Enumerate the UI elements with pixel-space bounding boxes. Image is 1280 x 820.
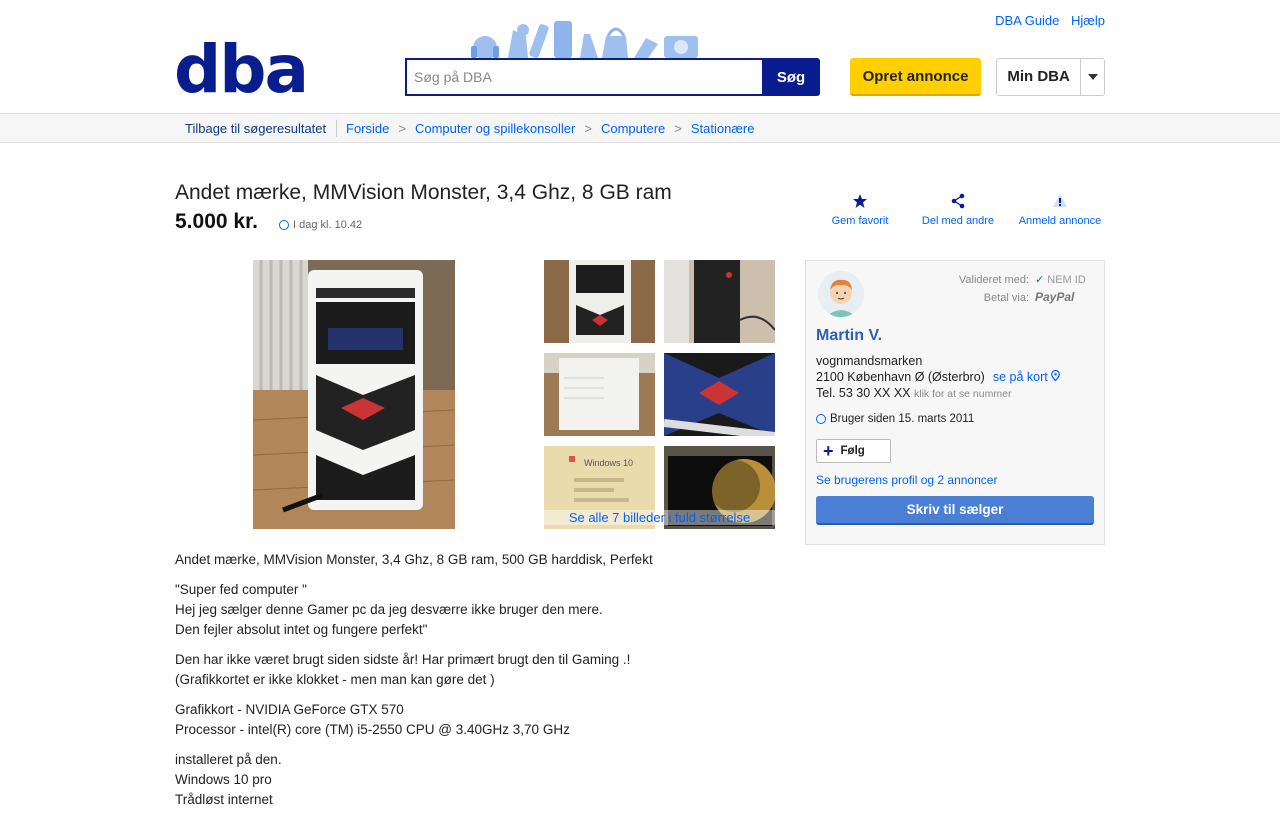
seller-box: Valideret med: ✓ NEM ID Betal via: PayPal … (805, 260, 1105, 545)
phone-row[interactable]: Tel. 53 30 XX XX klik for at se nummer (816, 385, 1060, 402)
see-all-images-link[interactable]: Se alle 7 billeder i fuld størrelse (544, 510, 775, 525)
clock-icon (816, 414, 826, 424)
paypal-logo: PayPal (1035, 290, 1075, 304)
description-line: Windows 10 pro (175, 772, 272, 787)
description-line: "Super fed computer " (175, 582, 307, 597)
thumbnail-image[interactable] (664, 353, 775, 436)
description-paragraph: Den har ikke været brugt siden sidste år… (175, 650, 775, 690)
star-icon (853, 194, 867, 208)
posted-time: I dag kl. 10.42 (279, 219, 362, 231)
dba-guide-link[interactable]: DBA Guide (995, 13, 1059, 28)
chevron-down-icon[interactable] (1080, 59, 1104, 95)
phone-hint[interactable]: klik for at se nummer (914, 388, 1011, 400)
description-paragraph: Grafikkort - NVIDIA GeForce GTX 570 Proc… (175, 700, 775, 740)
breadcrumb-item[interactable]: Stationære (691, 121, 755, 136)
thumbnail-image[interactable] (544, 353, 655, 436)
my-dba-button[interactable]: Min DBA (996, 58, 1105, 96)
contact-seller-button[interactable]: Skriv til sælger (816, 496, 1094, 525)
seller-address: vognmandsmarken 2100 København Ø (Østerb… (816, 353, 1061, 402)
street: vognmandsmarken (816, 354, 923, 368)
report-listing-button[interactable]: Anmeld annonce (1015, 193, 1105, 227)
main-product-image[interactable] (253, 260, 455, 529)
description-line: Andet mærke, MMVision Monster, 3,4 Ghz, … (175, 552, 653, 567)
posted-time-text: I dag kl. 10.42 (293, 219, 363, 231)
warning-icon (1053, 194, 1067, 207)
search-bar: Søg (405, 58, 820, 96)
show-map-link[interactable]: se på kort (992, 369, 1061, 384)
dba-logo[interactable]: dba (174, 37, 309, 103)
thumbnail-image[interactable] (664, 260, 775, 343)
category-illustration (471, 21, 698, 60)
thumbnail-caption: Windows 10 (584, 458, 633, 468)
breadcrumb-separator: > (584, 121, 592, 136)
thumbnail-photo (544, 353, 655, 436)
share-icon (951, 193, 965, 209)
clock-icon (279, 220, 289, 230)
breadcrumb-separator: > (398, 121, 406, 136)
checkmark-icon: ✓ (1035, 274, 1045, 286)
my-dba-label[interactable]: Min DBA (997, 59, 1080, 95)
description-line: (Grafikkortet er ikke klokket - men man … (175, 672, 495, 687)
description-line: installeret på den. (175, 752, 282, 767)
thumbnail-image[interactable] (544, 260, 655, 343)
description-line: Den fejler absolut intet og fungere perf… (175, 622, 428, 637)
thumbnail-photo (664, 353, 775, 436)
listing-description: Andet mærke, MMVision Monster, 3,4 Ghz, … (175, 550, 775, 820)
avatar (818, 271, 864, 317)
share-label: Del med andre (921, 215, 995, 227)
report-label: Anmeld annonce (1018, 215, 1102, 227)
description-line: Grafikkort - NVIDIA GeForce GTX 570 (175, 702, 404, 717)
thumbnail-photo (544, 260, 655, 343)
breadcrumb-separator: > (674, 121, 682, 136)
pay-label: Betal via: (983, 292, 1029, 304)
nemid-text: NEM ID (1047, 274, 1086, 286)
phone-number[interactable]: Tel. 53 30 XX XX (816, 386, 911, 400)
divider (336, 120, 337, 137)
breadcrumb: Forside > Computer og spillekonsoller > Comp… (346, 121, 754, 136)
pc-tower-photo (253, 260, 455, 529)
follow-label: Følg (840, 445, 865, 457)
top-links: DBA Guide Hjælp (987, 13, 1105, 28)
follow-button[interactable]: + Følg (816, 439, 891, 463)
search-button[interactable]: Søg (762, 58, 820, 96)
site-header: dba DBA Guide Hjælp Søg Opret annonce Mi… (0, 0, 1280, 114)
description-line: Processor - intel(R) core (TM) i5-2550 C… (175, 722, 570, 737)
description-paragraph: "Super fed computer " Hej jeg sælger den… (175, 580, 775, 640)
description-paragraph: installeret på den. Windows 10 pro Trådl… (175, 750, 775, 810)
breadcrumb-item[interactable]: Computere (601, 121, 665, 136)
description-paragraph: Andet mærke, MMVision Monster, 3,4 Ghz, … (175, 550, 775, 570)
thumbnail-photo (664, 260, 775, 343)
validated-label: Valideret med: (958, 274, 1029, 286)
search-input[interactable] (405, 58, 762, 96)
member-since-text: Bruger siden 15. marts 2011 (830, 413, 975, 425)
map-pin-icon (1051, 369, 1061, 382)
breadcrumb-bar: Tilbage til søgeresultatet Forside > Compu… (0, 114, 1280, 143)
page-title: Andet mærke, MMVision Monster, 3,4 Ghz, … (175, 181, 672, 204)
seller-name[interactable]: Martin V. (816, 327, 882, 345)
member-since: Bruger siden 15. marts 2011 (816, 413, 974, 425)
create-listing-button[interactable]: Opret annonce (850, 58, 981, 96)
description-line: Den har ikke været brugt siden sidste år… (175, 652, 631, 667)
plus-icon: + (823, 441, 834, 461)
save-favorite-label: Gem favorit (831, 215, 889, 227)
city: 2100 København Ø (Østerbro) (816, 370, 985, 384)
avatar-illustration (818, 271, 864, 317)
breadcrumb-item[interactable]: Forside (346, 121, 389, 136)
save-favorite-button[interactable]: Gem favorit (829, 193, 891, 227)
share-button[interactable]: Del med andre (918, 193, 998, 227)
back-to-results-link[interactable]: Tilbage til søgeresultatet (185, 121, 326, 136)
description-line: Hej jeg sælger denne Gamer pc da jeg des… (175, 602, 603, 617)
help-link[interactable]: Hjælp (1071, 13, 1105, 28)
show-map-label: se på kort (992, 370, 1048, 384)
validation-info: Valideret med: ✓ NEM ID Betal via: PayPal (949, 272, 1090, 307)
breadcrumb-item[interactable]: Computer og spillekonsoller (415, 121, 575, 136)
price: 5.000 kr. (175, 210, 258, 233)
seller-profile-link[interactable]: Se brugerens profil og 2 annoncer (816, 473, 997, 487)
nemid-logo: ✓ NEM ID (1035, 272, 1090, 289)
